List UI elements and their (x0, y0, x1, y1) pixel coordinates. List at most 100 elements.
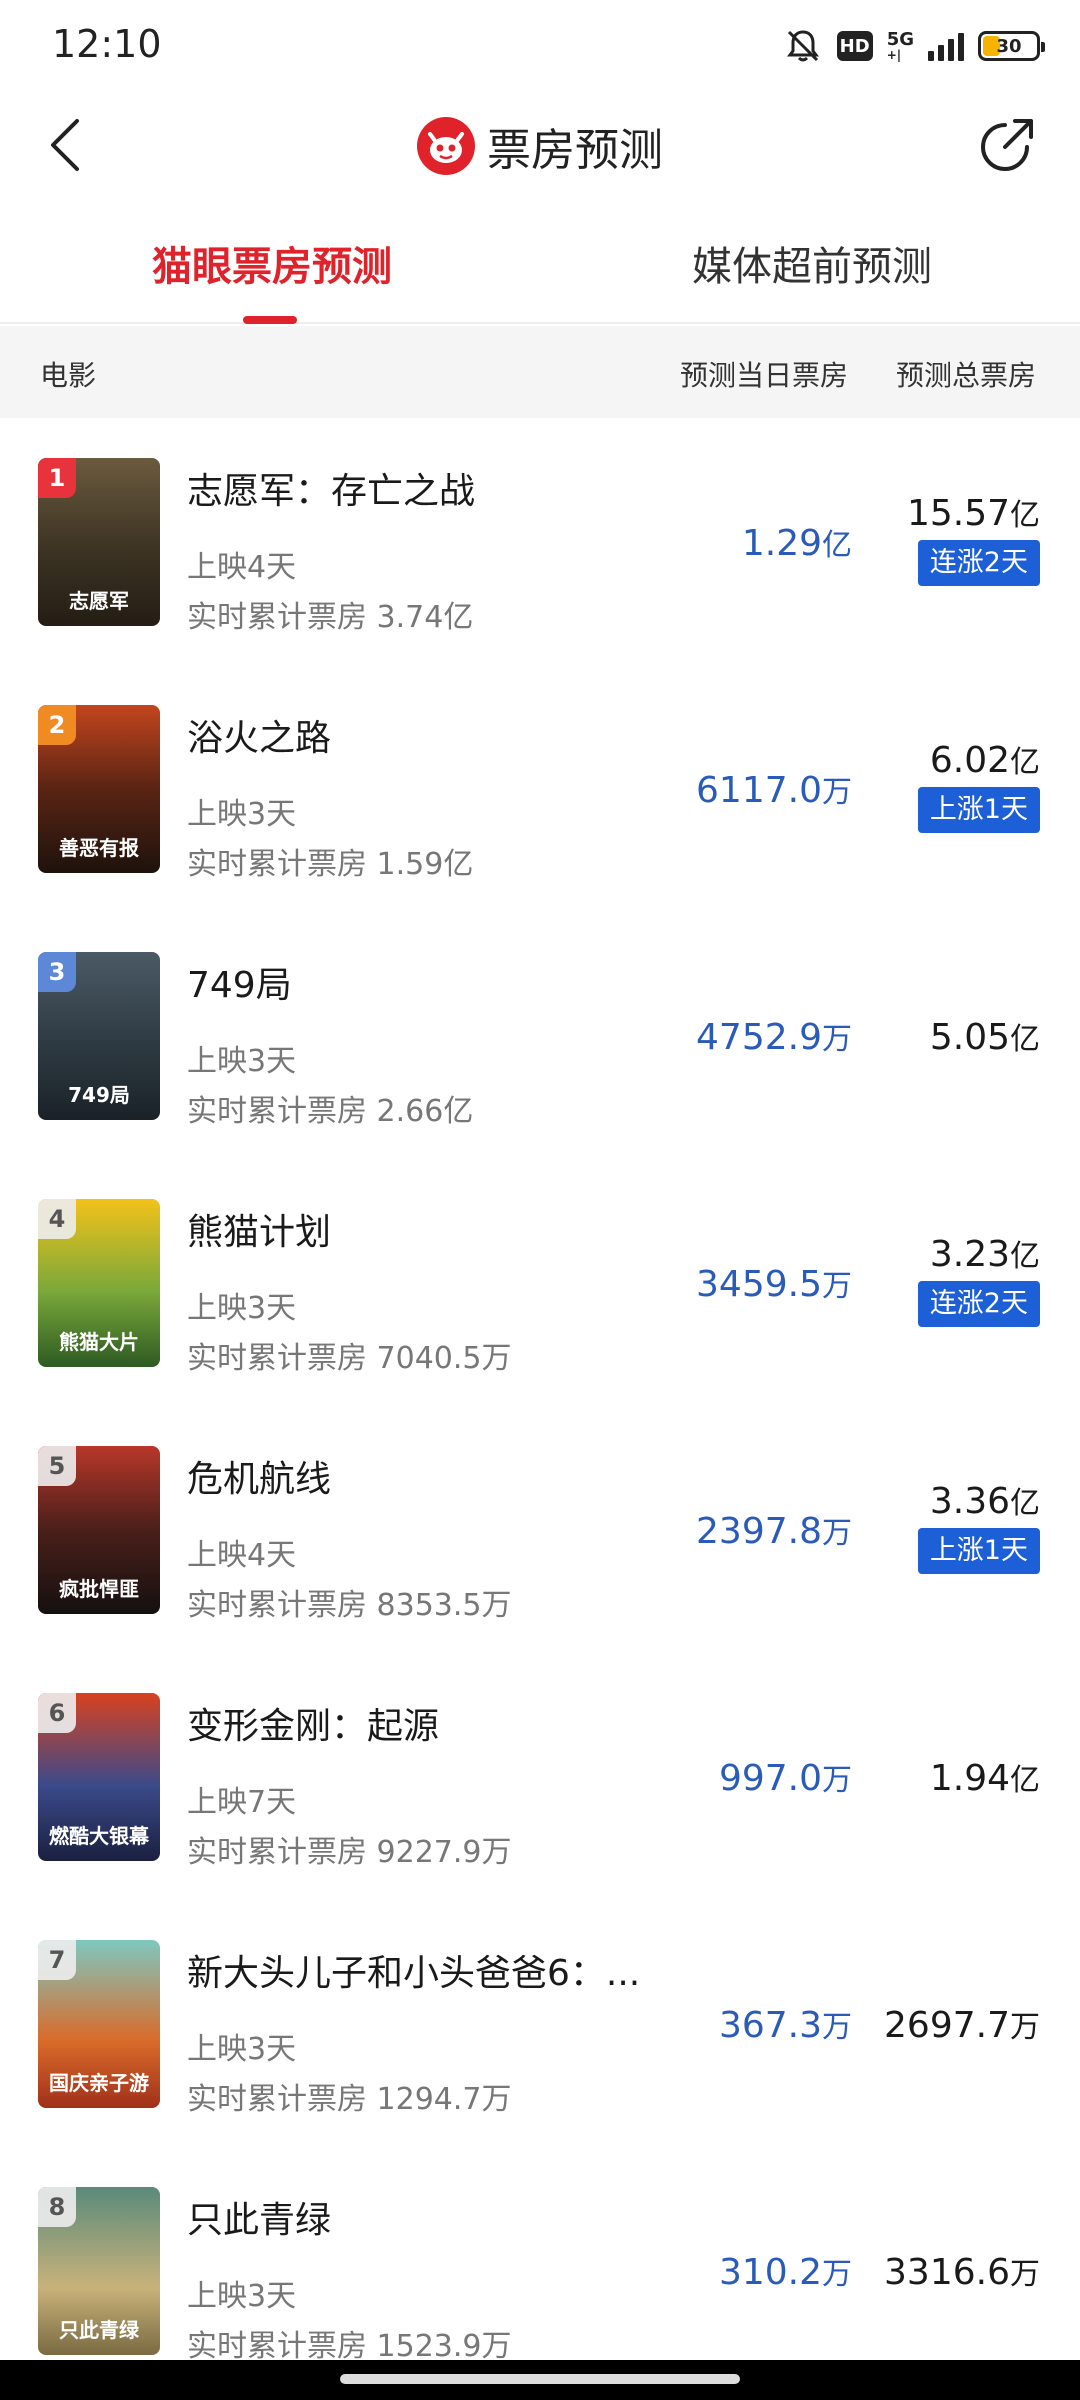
movie-poster: 志愿军 1 (38, 458, 160, 626)
release-days: 上映3天 (187, 797, 297, 832)
daily-forecast-unit: 万 (822, 1516, 852, 1551)
total-forecast: 1.94亿 (930, 1755, 1040, 1799)
rank-badge: 5 (38, 1446, 76, 1486)
cumulative-box-office: 实时累计票房 3.74亿 (187, 600, 474, 635)
release-days: 上映7天 (187, 1785, 297, 1820)
total-forecast-unit: 亿 (1010, 498, 1040, 533)
tab-media-forecast[interactable]: 媒体超前预测 (692, 234, 932, 292)
total-forecast-unit: 亿 (1010, 1486, 1040, 1521)
trend-badge: 连涨2天 (917, 540, 1040, 586)
daily-forecast-value: 3459.5 (696, 1264, 822, 1305)
share-button[interactable] (970, 110, 1044, 184)
cumulative-box-office: 实时累计票房 2.66亿 (187, 1094, 474, 1129)
column-total-forecast: 预测总票房 (896, 359, 1037, 392)
total-forecast-value: 1.94 (929, 1758, 1010, 1799)
trend-badge: 连涨2天 (917, 1281, 1040, 1327)
5g-signal-icon: 5G +| (886, 29, 914, 62)
bell-muted-icon (783, 26, 823, 66)
column-header: 电影 预测当日票房 预测总票房 (0, 326, 1080, 418)
battery-level: 30 (996, 35, 1022, 57)
daily-forecast: 1.29亿 (742, 520, 852, 564)
column-daily-forecast: 预测当日票房 (680, 359, 849, 392)
status-time: 12:10 (52, 22, 162, 66)
maoyan-cat-logo (417, 117, 475, 175)
movie-row[interactable]: 善恶有报 2 浴火之路 上映3天 实时累计票房 1.59亿 6117.0万 6.… (0, 665, 1080, 912)
total-forecast-unit: 亿 (1010, 1763, 1040, 1798)
daily-forecast-value: 6117.0 (696, 770, 822, 811)
daily-forecast: 3459.5万 (696, 1261, 852, 1305)
movie-row[interactable]: 疯批悍匪 5 危机航线 上映4天 实时累计票房 8353.5万 2397.8万 … (0, 1406, 1080, 1653)
daily-forecast-unit: 亿 (822, 528, 852, 563)
home-indicator[interactable] (340, 2374, 740, 2384)
daily-forecast-value: 310.2 (718, 2252, 822, 2293)
movie-poster: 熊猫大片 4 (38, 1199, 160, 1367)
movie-title: 749局 (187, 965, 292, 1006)
tab-maoyan-forecast[interactable]: 猫眼票房预测 (152, 234, 392, 292)
movie-row[interactable]: 只此青绿 8 只此青绿 上映3天 实时累计票房 1523.9万 310.2万 3… (0, 2147, 1080, 2360)
daily-forecast: 6117.0万 (696, 767, 852, 811)
movie-poster: 燃酷大银幕 6 (38, 1693, 160, 1861)
tab-bar: 猫眼票房预测 媒体超前预测 (0, 212, 1080, 324)
daily-forecast: 4752.9万 (696, 1014, 852, 1058)
movie-poster: 749局 3 (38, 952, 160, 1120)
movie-title: 熊猫计划 (187, 1212, 332, 1253)
movie-title: 新大头儿子和小头爸爸6：... (187, 1953, 641, 1994)
total-forecast: 2697.7万 (884, 2002, 1040, 2046)
daily-forecast-unit: 万 (822, 2010, 852, 2045)
daily-forecast-value: 4752.9 (696, 1017, 822, 1058)
total-forecast-unit: 亿 (1010, 745, 1040, 780)
poster-caption: 国庆亲子游 (49, 2071, 149, 2095)
daily-forecast-value: 997.0 (718, 1758, 822, 1799)
share-icon (975, 113, 1039, 181)
network-label: 5G (886, 29, 914, 50)
movie-title: 危机航线 (187, 1459, 332, 1500)
poster-caption: 只此青绿 (59, 2318, 139, 2342)
network-sub: +| (886, 48, 902, 62)
total-forecast-value: 6.02 (929, 740, 1010, 781)
daily-forecast: 2397.8万 (696, 1508, 852, 1552)
daily-forecast-unit: 万 (822, 1022, 852, 1057)
release-days: 上映4天 (187, 1538, 297, 1573)
poster-caption: 燃酷大银幕 (49, 1824, 149, 1848)
total-forecast-value: 3.23 (929, 1234, 1010, 1275)
total-forecast-value: 15.57 (906, 493, 1010, 534)
total-forecast: 3316.6万 (884, 2249, 1040, 2293)
daily-forecast-unit: 万 (822, 1269, 852, 1304)
total-forecast: 3.36亿 (930, 1478, 1040, 1522)
hd-icon: HD (836, 31, 873, 61)
app-header: 票房预测 (0, 92, 1080, 202)
total-forecast-unit: 万 (1010, 2257, 1040, 2292)
cumulative-box-office: 实时累计票房 1294.7万 (187, 2082, 512, 2117)
movie-title: 浴火之路 (187, 718, 332, 759)
daily-forecast-unit: 万 (822, 1763, 852, 1798)
daily-forecast-value: 1.29 (741, 523, 822, 564)
movie-row[interactable]: 749局 3 749局 上映3天 实时累计票房 2.66亿 4752.9万 5.… (0, 912, 1080, 1159)
movie-row[interactable]: 志愿军 1 志愿军：存亡之战 上映4天 实时累计票房 3.74亿 1.29亿 1… (0, 418, 1080, 665)
movie-poster: 善恶有报 2 (38, 705, 160, 873)
daily-forecast-value: 2397.8 (696, 1511, 822, 1552)
gesture-nav-bar (0, 2360, 1080, 2400)
movie-title: 变形金刚：起源 (187, 1706, 440, 1747)
rank-badge: 4 (38, 1199, 76, 1239)
status-bar: 12:10 HD 5G +| 30 (0, 0, 1080, 92)
release-days: 上映3天 (187, 1291, 297, 1326)
status-icons: HD 5G +| 30 (783, 26, 1045, 66)
release-days: 上映3天 (187, 2279, 297, 2314)
total-forecast: 3.23亿 (930, 1231, 1040, 1275)
rank-badge: 7 (38, 1940, 76, 1980)
total-forecast: 5.05亿 (930, 1014, 1040, 1058)
movie-list: 志愿军 1 志愿军：存亡之战 上映4天 实时累计票房 3.74亿 1.29亿 1… (0, 418, 1080, 2360)
release-days: 上映3天 (187, 1044, 297, 1079)
total-forecast-value: 5.05 (929, 1017, 1010, 1058)
total-forecast-value: 3.36 (929, 1481, 1010, 1522)
movie-title: 志愿军：存亡之战 (187, 471, 476, 512)
movie-row[interactable]: 燃酷大银幕 6 变形金刚：起源 上映7天 实时累计票房 9227.9万 997.… (0, 1653, 1080, 1900)
total-forecast-value: 2697.7 (884, 2005, 1010, 2046)
rank-badge: 3 (38, 952, 76, 992)
rank-badge: 1 (38, 458, 76, 498)
movie-row[interactable]: 熊猫大片 4 熊猫计划 上映3天 实时累计票房 7040.5万 3459.5万 … (0, 1159, 1080, 1406)
movie-row[interactable]: 国庆亲子游 7 新大头儿子和小头爸爸6：... 上映3天 实时累计票房 1294… (0, 1900, 1080, 2147)
rank-badge: 6 (38, 1693, 76, 1733)
poster-caption: 749局 (68, 1083, 130, 1107)
total-forecast-value: 3316.6 (884, 2252, 1010, 2293)
